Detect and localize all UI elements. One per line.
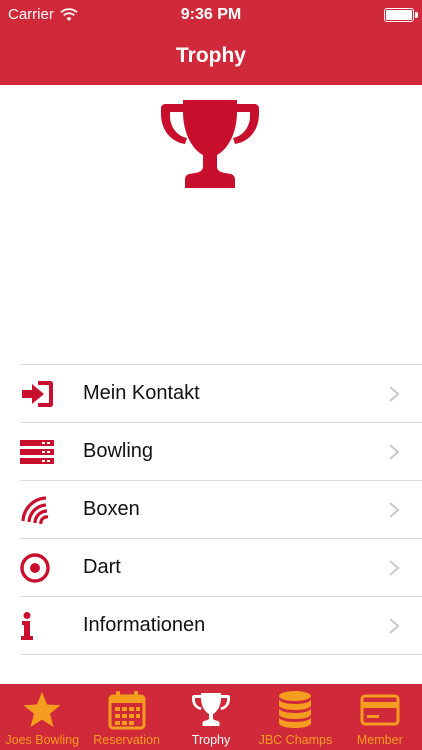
battery-icon — [384, 8, 418, 22]
lanes-icon — [20, 440, 54, 464]
menu-item-mein-kontakt[interactable]: Mein Kontakt — [20, 365, 422, 423]
status-bar: Carrier 9:36 PM — [0, 0, 422, 30]
menu-item-informationen[interactable]: Informationen — [20, 597, 422, 655]
info-icon — [21, 612, 33, 640]
menu-item-boxen[interactable]: Boxen — [20, 481, 422, 539]
page-title: Trophy — [175, 44, 246, 67]
target-icon — [20, 553, 50, 583]
trophy-icon — [192, 693, 231, 726]
tab-label: Member — [356, 733, 403, 747]
login-icon — [22, 381, 53, 407]
menu-item-label: Bowling — [83, 440, 154, 462]
chevron-right-icon — [389, 386, 400, 402]
trophy-icon — [161, 100, 259, 188]
card-icon — [360, 694, 400, 726]
menu-list: Mein Kontakt Bowling Boxen Dart Informat… — [20, 364, 422, 655]
chevron-right-icon — [389, 502, 400, 518]
tab-label: Trophy — [191, 733, 231, 747]
calendar-icon — [108, 691, 146, 730]
boxing-icon — [21, 496, 49, 525]
menu-item-label: Boxen — [83, 498, 140, 520]
menu-item-label: Dart — [83, 556, 121, 578]
chevron-right-icon — [389, 444, 400, 460]
tab-joes-bowling[interactable]: Joes Bowling — [0, 684, 84, 750]
chevron-right-icon — [389, 560, 400, 576]
chevron-right-icon — [389, 618, 400, 634]
menu-item-dart[interactable]: Dart — [20, 539, 422, 597]
tab-label: Joes Bowling — [5, 733, 80, 747]
coins-stack-icon — [279, 691, 312, 728]
tab-bar: Joes Bowling Reservation Trophy JBC Cham… — [0, 684, 422, 750]
menu-item-label: Informationen — [83, 614, 206, 636]
tab-label: Reservation — [93, 733, 160, 747]
tab-reservation[interactable]: Reservation — [84, 684, 168, 750]
tab-label: JBC Champs — [258, 733, 333, 747]
tab-trophy[interactable]: Trophy — [169, 684, 253, 750]
clock: 9:36 PM — [180, 6, 242, 23]
menu-item-bowling[interactable]: Bowling — [20, 423, 422, 481]
tab-member[interactable]: Member — [338, 684, 422, 750]
menu-item-label: Mein Kontakt — [83, 382, 200, 404]
tab-jbc-champs[interactable]: JBC Champs — [253, 684, 337, 750]
header: Carrier 9:36 PM Trophy — [0, 0, 422, 85]
star-icon — [23, 692, 61, 727]
